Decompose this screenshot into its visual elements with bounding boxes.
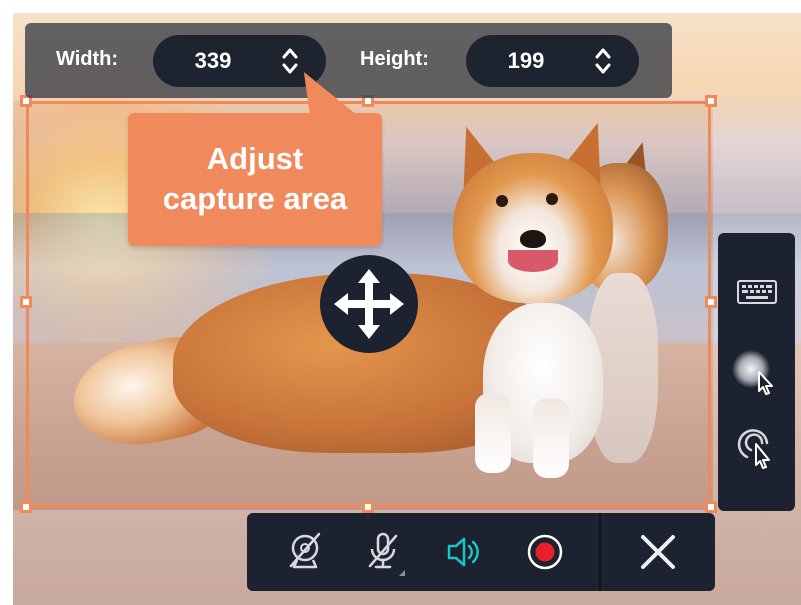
resize-handle-bottom-right[interactable]	[705, 501, 717, 513]
click-effect-icon	[737, 429, 770, 469]
resize-handle-right[interactable]	[705, 296, 717, 308]
recording-toolbar	[247, 513, 715, 591]
height-label: Height:	[360, 48, 429, 70]
width-stepper[interactable]: 339	[153, 35, 326, 87]
keyboard-capture-button[interactable]	[718, 261, 795, 321]
microphone-off-icon	[368, 532, 405, 576]
height-stepper[interactable]: 199	[466, 35, 639, 87]
system-audio-toggle-button[interactable]	[433, 522, 493, 582]
webcam-toggle-button[interactable]	[275, 522, 335, 582]
move-capture-area-button[interactable]	[320, 255, 418, 353]
effects-toolbar	[718, 233, 795, 511]
resize-handle-left[interactable]	[20, 296, 32, 308]
keyboard-icon	[737, 280, 777, 304]
toolbar-divider	[599, 513, 601, 591]
capture-area-tooltip: Adjust capture area	[128, 113, 382, 246]
close-icon	[641, 535, 675, 569]
stepper-arrows-icon[interactable]	[592, 45, 614, 77]
resize-handle-bottom[interactable]	[362, 501, 374, 513]
tooltip-line-2: capture area	[162, 181, 348, 216]
cursor-highlight-icon	[732, 350, 773, 395]
tooltip-text: Adjust capture area	[128, 139, 382, 219]
speaker-icon	[447, 537, 479, 567]
record-icon	[527, 534, 563, 570]
stepper-arrows-icon[interactable]	[279, 45, 301, 77]
cursor-highlight-button[interactable]	[718, 345, 795, 405]
click-effect-button[interactable]	[718, 417, 795, 477]
width-label: Width:	[56, 48, 119, 70]
tooltip-pointer	[303, 72, 359, 116]
resize-handle-bottom-left[interactable]	[20, 501, 32, 513]
tooltip-line-1: Adjust	[206, 141, 304, 176]
resize-handle-top-right[interactable]	[705, 95, 717, 107]
close-button[interactable]	[628, 522, 688, 582]
width-value[interactable]: 339	[153, 48, 273, 74]
webcam-off-icon	[289, 532, 321, 569]
microphone-toggle-button[interactable]	[353, 522, 413, 582]
record-button[interactable]	[515, 522, 575, 582]
height-value[interactable]: 199	[466, 48, 586, 74]
move-arrows-icon	[334, 269, 404, 339]
